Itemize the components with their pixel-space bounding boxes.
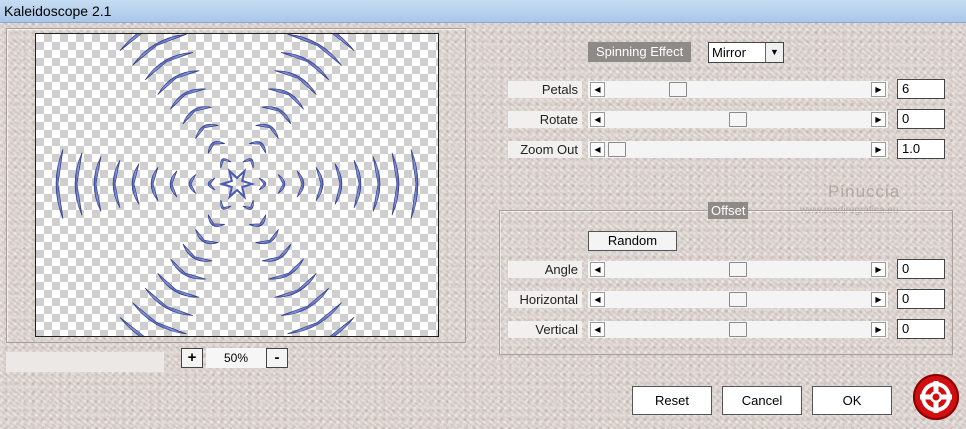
arrow-left-icon[interactable]: ◀ [590, 322, 605, 337]
angle-label: Angle [508, 261, 582, 278]
spinning-mode-value: Mirror [712, 45, 746, 60]
arrow-right-icon[interactable]: ▶ [871, 142, 886, 157]
preview-canvas[interactable] [35, 33, 439, 337]
zoom-out-slider[interactable]: ◀ ▶ [588, 141, 888, 158]
zoom-out-label: Zoom Out [508, 141, 582, 158]
vertical-slider[interactable]: ◀ ▶ [588, 321, 888, 338]
help-lifebuoy-icon[interactable] [913, 374, 959, 420]
vertical-value[interactable]: 0 [897, 319, 945, 339]
arrow-left-icon[interactable]: ◀ [590, 142, 605, 157]
arrow-left-icon[interactable]: ◀ [590, 292, 605, 307]
cancel-button[interactable]: Cancel [722, 386, 802, 415]
status-field [6, 352, 164, 372]
offset-group-title: Offset [708, 202, 749, 219]
rotate-slider-thumb[interactable] [729, 112, 747, 127]
rotate-value[interactable]: 0 [897, 109, 945, 129]
ok-button[interactable]: OK [812, 386, 892, 415]
arrow-left-icon[interactable]: ◀ [590, 112, 605, 127]
chevron-down-icon[interactable]: ▼ [765, 43, 783, 62]
zoom-out-button[interactable]: - [266, 348, 288, 368]
arrow-right-icon[interactable]: ▶ [871, 112, 886, 127]
petals-slider[interactable]: ◀ ▶ [588, 81, 888, 98]
random-button[interactable]: Random [588, 231, 677, 251]
angle-slider-thumb[interactable] [729, 262, 747, 277]
arrow-left-icon[interactable]: ◀ [590, 262, 605, 277]
zoom-in-button[interactable]: + [181, 348, 203, 368]
arrow-right-icon[interactable]: ▶ [871, 262, 886, 277]
petals-label: Petals [508, 81, 582, 98]
rotate-slider[interactable]: ◀ ▶ [588, 111, 888, 128]
horizontal-value[interactable]: 0 [897, 289, 945, 309]
horizontal-slider-thumb[interactable] [729, 292, 747, 307]
vertical-label: Vertical [508, 321, 582, 338]
reset-button[interactable]: Reset [632, 386, 712, 415]
kaleidoscope-preview-image [55, 34, 419, 336]
zoom-level: 50% [206, 348, 266, 368]
arrow-right-icon[interactable]: ▶ [871, 82, 886, 97]
zoom-out-value[interactable]: 1.0 [897, 139, 945, 159]
horizontal-slider[interactable]: ◀ ▶ [588, 291, 888, 308]
petals-slider-thumb[interactable] [669, 82, 687, 97]
watermark-name: Pinuccia [828, 182, 901, 201]
title-bar: Kaleidoscope 2.1 [0, 0, 966, 23]
arrow-right-icon[interactable]: ▶ [871, 292, 886, 307]
window-title: Kaleidoscope 2.1 [4, 3, 112, 19]
spinning-effect-label: Spinning Effect [588, 42, 692, 62]
spinning-mode-select[interactable]: Mirror ▼ [708, 42, 784, 63]
vertical-slider-thumb[interactable] [729, 322, 747, 337]
horizontal-label: Horizontal [508, 291, 582, 308]
arrow-left-icon[interactable]: ◀ [590, 82, 605, 97]
angle-slider[interactable]: ◀ ▶ [588, 261, 888, 278]
arrow-right-icon[interactable]: ▶ [871, 322, 886, 337]
rotate-label: Rotate [508, 111, 582, 128]
angle-value[interactable]: 0 [897, 259, 945, 279]
petals-value[interactable]: 6 [897, 79, 945, 99]
zoom-out-slider-thumb[interactable] [608, 142, 626, 157]
